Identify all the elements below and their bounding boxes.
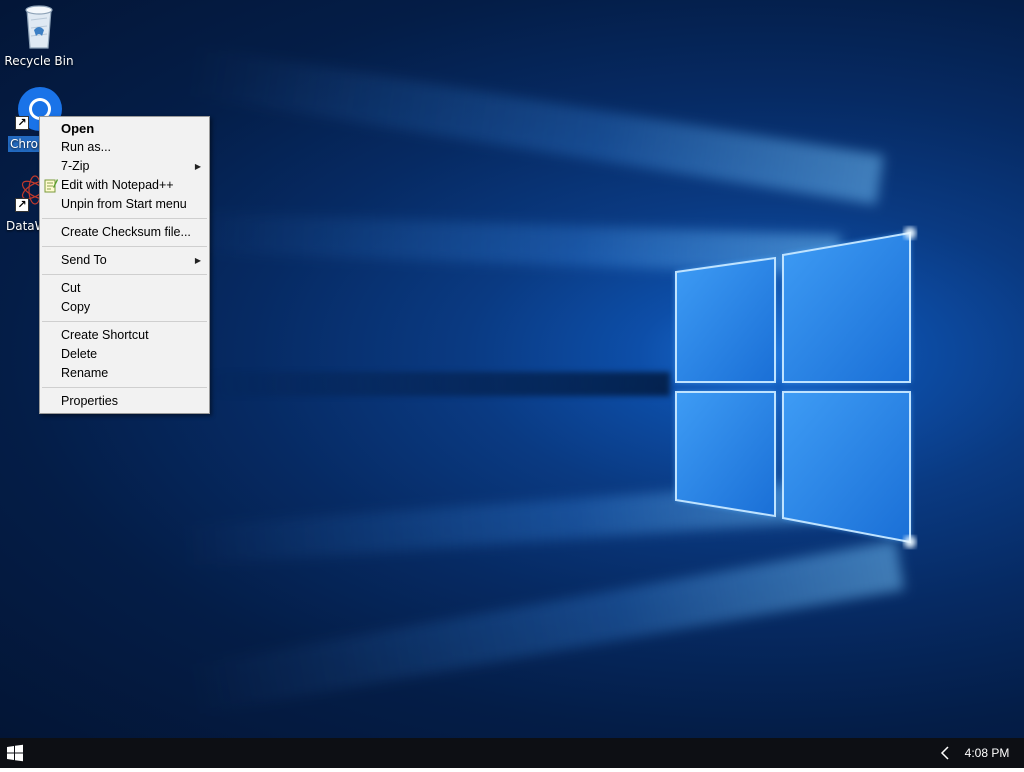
menu-item-run-as[interactable]: Run as... [40, 138, 209, 157]
menu-item-send-to[interactable]: Send To ▶ [40, 251, 209, 270]
recycle-bin-icon [25, 5, 53, 49]
menu-item-7zip[interactable]: 7-Zip ▶ [40, 157, 209, 176]
desktop-icon-label: Recycle Bin [4, 54, 74, 68]
context-menu: Open Run as... 7-Zip ▶ Edit with Notepad+… [39, 116, 210, 414]
menu-item-copy[interactable]: Copy [40, 298, 209, 317]
menu-separator [42, 387, 207, 388]
menu-item-delete[interactable]: Delete [40, 345, 209, 364]
menu-item-cut[interactable]: Cut [40, 279, 209, 298]
submenu-arrow-icon: ▶ [194, 256, 201, 265]
menu-item-properties[interactable]: Properties [40, 392, 209, 411]
menu-separator [42, 218, 207, 219]
menu-item-rename[interactable]: Rename [40, 364, 209, 383]
notepadpp-icon [44, 179, 58, 193]
chevron-left-icon[interactable] [938, 744, 952, 762]
menu-item-create-checksum[interactable]: Create Checksum file... [40, 223, 209, 242]
desktop[interactable]: Recycle Bin ↗ Chrom ↗ DataW Open Run as.… [0, 0, 1024, 738]
menu-item-unpin-start[interactable]: Unpin from Start menu [40, 195, 209, 214]
start-button[interactable] [0, 738, 30, 768]
menu-separator [42, 321, 207, 322]
menu-separator [42, 246, 207, 247]
menu-item-open[interactable]: Open [40, 119, 209, 138]
taskbar: 4:08 PM [0, 738, 1024, 768]
windows-logo-icon [7, 744, 23, 762]
shortcut-arrow-icon: ↗ [15, 116, 29, 130]
shortcut-arrow-icon: ↗ [15, 198, 29, 212]
submenu-arrow-icon: ▶ [194, 162, 201, 171]
menu-separator [42, 274, 207, 275]
menu-item-create-shortcut[interactable]: Create Shortcut [40, 326, 209, 345]
desktop-icon-recycle-bin[interactable]: Recycle Bin [1, 2, 77, 69]
taskbar-clock[interactable]: 4:08 PM [960, 738, 1014, 768]
menu-item-edit-notepadpp[interactable]: Edit with Notepad++ [40, 176, 209, 195]
